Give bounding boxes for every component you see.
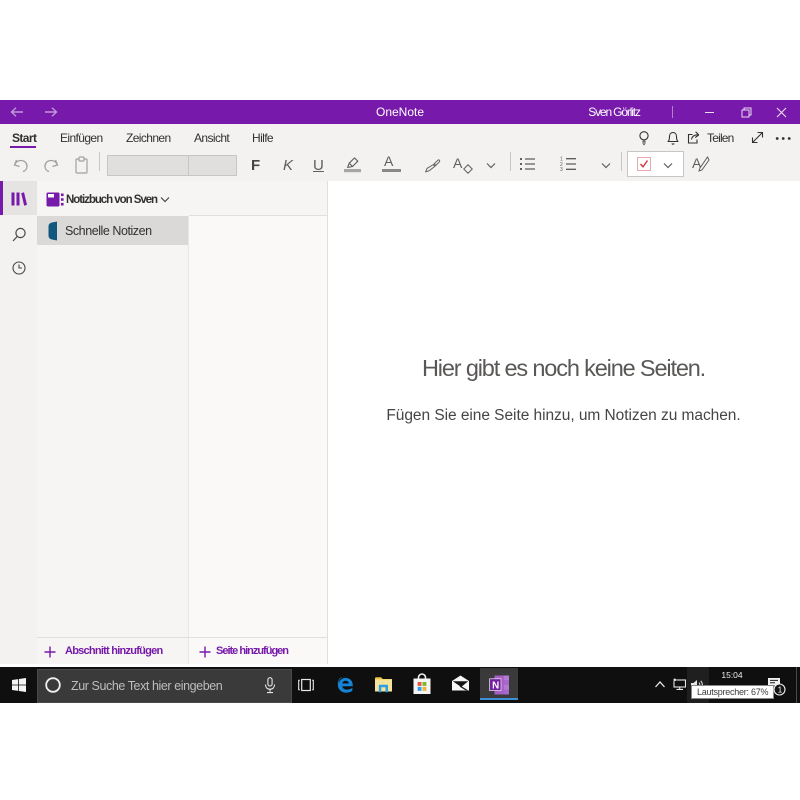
svg-text:3: 3: [560, 167, 563, 171]
svg-text:N: N: [492, 680, 499, 691]
svg-text:1: 1: [778, 686, 783, 695]
